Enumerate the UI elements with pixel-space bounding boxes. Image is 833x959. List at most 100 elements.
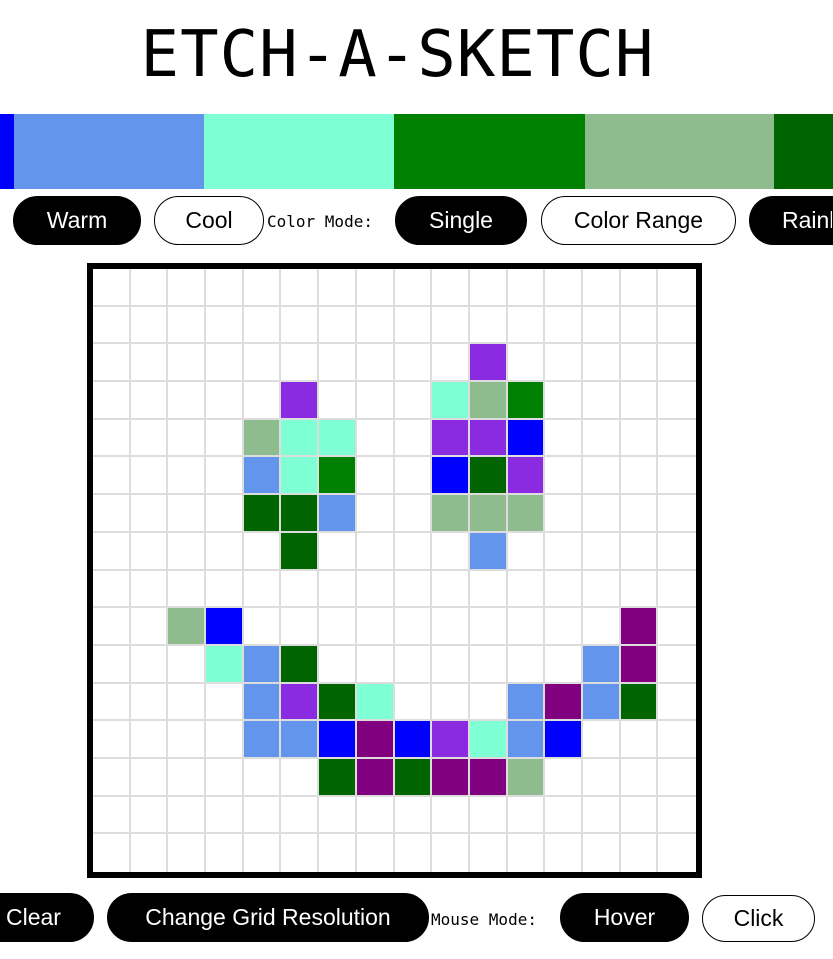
grid-cell[interactable] bbox=[168, 269, 207, 307]
grid-cell[interactable] bbox=[130, 419, 169, 458]
grid-cell[interactable] bbox=[620, 344, 659, 383]
grid-cell[interactable] bbox=[243, 608, 282, 646]
grid-cell[interactable] bbox=[319, 570, 357, 609]
grid-cell[interactable] bbox=[469, 269, 508, 307]
grid-cell[interactable] bbox=[658, 759, 696, 797]
grid-cell[interactable] bbox=[243, 495, 282, 533]
grid-cell[interactable] bbox=[243, 796, 282, 835]
grid-cell[interactable] bbox=[356, 382, 395, 420]
grid-cell[interactable] bbox=[507, 796, 546, 835]
grid-cell[interactable] bbox=[582, 457, 621, 496]
grid-cell[interactable] bbox=[319, 457, 357, 496]
grid-cell[interactable] bbox=[243, 457, 282, 496]
grid-cell[interactable] bbox=[168, 419, 207, 458]
grid-cell[interactable] bbox=[244, 834, 282, 872]
grid-cell[interactable] bbox=[545, 495, 583, 533]
grid-cell[interactable] bbox=[545, 758, 583, 797]
grid-cell[interactable] bbox=[281, 796, 320, 835]
grid-cell[interactable] bbox=[93, 570, 131, 609]
grid-cell[interactable] bbox=[658, 495, 696, 533]
grid-cell[interactable] bbox=[206, 758, 244, 797]
grid-cell[interactable] bbox=[319, 645, 357, 684]
grid-cell[interactable] bbox=[620, 645, 659, 684]
grid-cell[interactable] bbox=[469, 419, 508, 458]
grid-cell[interactable] bbox=[432, 382, 470, 420]
grid-cell[interactable] bbox=[168, 645, 207, 684]
grid-cell[interactable] bbox=[93, 344, 131, 383]
grid-cell[interactable] bbox=[356, 344, 395, 383]
grid-cell[interactable] bbox=[206, 834, 244, 872]
grid-cell[interactable] bbox=[545, 721, 583, 759]
grid-cell[interactable] bbox=[356, 645, 395, 684]
grid-cell[interactable] bbox=[620, 796, 659, 835]
grid-cell[interactable] bbox=[507, 306, 546, 345]
grid-cell[interactable] bbox=[582, 344, 621, 383]
grid-cell[interactable] bbox=[469, 721, 508, 759]
grid-cell[interactable] bbox=[93, 306, 131, 345]
grid-cell[interactable] bbox=[582, 608, 621, 646]
grid-cell[interactable] bbox=[469, 796, 508, 835]
grid-cell[interactable] bbox=[206, 269, 244, 307]
grid-cell[interactable] bbox=[394, 344, 433, 383]
grid-cell[interactable] bbox=[93, 532, 131, 571]
grid-cell[interactable] bbox=[394, 269, 433, 307]
grid-cell[interactable] bbox=[582, 758, 621, 797]
grid-cell[interactable] bbox=[432, 683, 470, 722]
grid-cell[interactable] bbox=[620, 608, 659, 646]
grid-cell[interactable] bbox=[507, 419, 546, 458]
grid-cell[interactable] bbox=[281, 758, 320, 797]
grid-cell[interactable] bbox=[658, 457, 696, 496]
hover-mode-button[interactable]: Hover bbox=[560, 893, 689, 942]
grid-cell[interactable] bbox=[206, 457, 244, 496]
grid-cell[interactable] bbox=[319, 344, 357, 383]
grid-cell[interactable] bbox=[130, 382, 169, 420]
grid-cell[interactable] bbox=[469, 382, 508, 420]
grid-cell[interactable] bbox=[319, 608, 357, 646]
grid-cell[interactable] bbox=[658, 571, 696, 609]
color-range-button[interactable]: Color Range bbox=[541, 196, 736, 245]
grid-cell[interactable] bbox=[281, 608, 320, 646]
grid-cell[interactable] bbox=[168, 758, 207, 797]
grid-cell[interactable] bbox=[582, 721, 621, 759]
grid-cell[interactable] bbox=[243, 758, 282, 797]
grid-cell[interactable] bbox=[93, 419, 131, 458]
grid-cell[interactable] bbox=[658, 269, 696, 307]
grid-cell[interactable] bbox=[582, 382, 621, 420]
grid-cell[interactable] bbox=[281, 382, 320, 420]
grid-cell[interactable] bbox=[545, 419, 583, 458]
grid-cell[interactable] bbox=[469, 344, 508, 383]
grid-cell[interactable] bbox=[432, 758, 470, 797]
grid-cell[interactable] bbox=[319, 721, 357, 759]
grid-cell[interactable] bbox=[243, 683, 282, 722]
grid-cell[interactable] bbox=[620, 419, 659, 458]
grid-cell[interactable] bbox=[545, 834, 583, 872]
grid-cell[interactable] bbox=[545, 796, 583, 835]
grid-cell[interactable] bbox=[356, 495, 395, 533]
grid-cell[interactable] bbox=[583, 834, 621, 872]
palette-swatch-green[interactable] bbox=[394, 114, 585, 189]
grid-cell[interactable] bbox=[168, 382, 207, 420]
sketch-grid[interactable] bbox=[87, 263, 702, 878]
grid-cell[interactable] bbox=[432, 834, 470, 872]
grid-cell[interactable] bbox=[394, 570, 433, 609]
grid-cell[interactable] bbox=[545, 570, 583, 609]
grid-cell[interactable] bbox=[582, 796, 621, 835]
grid-cell[interactable] bbox=[469, 457, 508, 496]
grid-cell[interactable] bbox=[507, 683, 546, 722]
grid-cell[interactable] bbox=[243, 721, 282, 759]
grid-cell[interactable] bbox=[507, 495, 546, 533]
grid-cell[interactable] bbox=[130, 495, 169, 533]
grid-cell[interactable] bbox=[319, 532, 357, 571]
grid-cell[interactable] bbox=[545, 344, 583, 383]
grid-cell[interactable] bbox=[658, 834, 696, 872]
grid-cell[interactable] bbox=[658, 382, 696, 420]
palette-swatch-dark-sea-green[interactable] bbox=[585, 114, 774, 189]
grid-cell[interactable] bbox=[93, 834, 131, 872]
grid-cell[interactable] bbox=[130, 457, 169, 496]
grid-cell[interactable] bbox=[168, 834, 207, 872]
grid-cell[interactable] bbox=[620, 382, 659, 420]
grid-cell[interactable] bbox=[356, 532, 395, 571]
grid-cell[interactable] bbox=[356, 419, 395, 458]
grid-cell[interactable] bbox=[206, 306, 244, 345]
grid-cell[interactable] bbox=[319, 683, 357, 722]
